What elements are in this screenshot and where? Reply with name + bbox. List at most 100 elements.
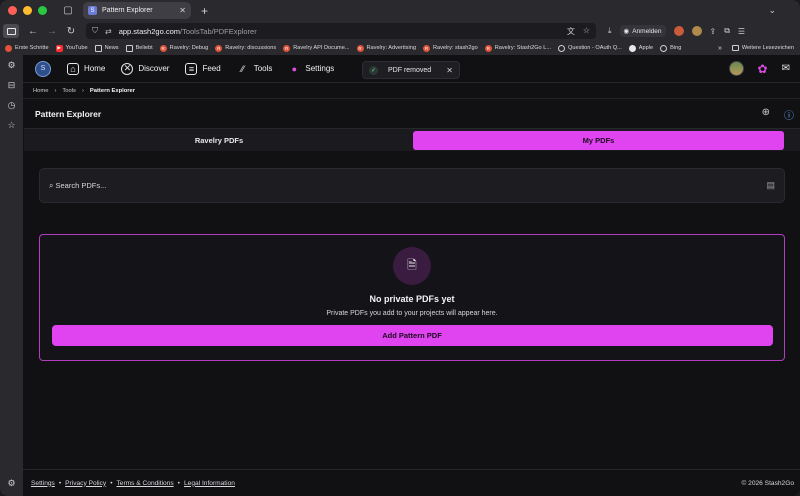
tab-overview-icon[interactable]: ▢ (61, 4, 75, 18)
bookmark-item[interactable]: R Ravelry: discussions (215, 44, 276, 52)
add-pattern-pdf-button[interactable]: Add Pattern PDF (51, 325, 773, 346)
double-chevron-icon[interactable]: » (718, 45, 722, 52)
nav-tools-label: Tools (253, 64, 273, 73)
search-input[interactable]: Search PDFs... (55, 181, 106, 190)
close-window-button[interactable] (8, 6, 17, 15)
stash2go-logo-icon[interactable]: S (35, 60, 51, 77)
header-actions: ⊕ ⓘ (762, 107, 794, 122)
bookmark-folder[interactable]: Beliebt (125, 44, 153, 52)
empty-state-description: Private PDFs you add to your projects wi… (326, 310, 498, 317)
add-circle-icon[interactable]: ⊕ (762, 107, 770, 122)
reload-icon[interactable]: ↻ (66, 26, 76, 37)
account-icon: ◉ (623, 28, 630, 35)
nav-home[interactable]: ⌂ Home (67, 62, 106, 75)
youtube-icon: ▶ (55, 44, 63, 52)
bookmark-item[interactable]: R Ravelry: stash2go (422, 44, 478, 52)
footer-settings-link[interactable]: Settings (31, 480, 55, 487)
translate-icon[interactable]: 文 (567, 26, 575, 37)
ai-chat-icon[interactable]: ⚙ (7, 60, 15, 71)
bookmark-item[interactable]: Bing (660, 44, 681, 52)
folder-icon (125, 44, 133, 52)
download-icon[interactable]: ⤓ (608, 26, 612, 36)
mail-icon[interactable]: ✉ (782, 63, 790, 74)
info-icon[interactable]: ⓘ (784, 107, 794, 122)
customize-sidebar-icon[interactable]: ⚙ (7, 478, 15, 489)
back-icon[interactable]: ← (28, 26, 38, 37)
mascot-icon[interactable]: ✿ (758, 62, 768, 76)
breadcrumb-separator-icon: › (81, 87, 84, 94)
bookmark-item[interactable]: R Ravelry API Docume... (283, 44, 350, 52)
extensions-puzzle-icon[interactable]: ⧉ (724, 26, 730, 36)
bookmarks-overflow[interactable]: » Weitere Lesezeichen (718, 45, 794, 52)
nav-discover[interactable]: ✕ Discover (121, 62, 170, 75)
home-icon: ⌂ (67, 62, 79, 75)
compass-icon: ✕ (121, 62, 134, 75)
browser-window: ▢ S Pattern Explorer ✕ + ⌄ ← → ↻ ⛉ ⇄ app… (0, 0, 800, 496)
tab-my-pdfs[interactable]: My PDFs (413, 130, 784, 150)
url-host: app.stash2go.com (118, 26, 180, 36)
toast-notification: ✓ PDF removed ✕ (362, 61, 460, 79)
history-icon[interactable]: ◷ (8, 100, 16, 111)
breadcrumb-home[interactable]: Home (33, 88, 48, 94)
close-toast-icon[interactable]: ✕ (446, 66, 453, 75)
nav-feed[interactable]: ≡ Feed (185, 62, 221, 75)
bookmark-folder[interactable]: News (94, 44, 119, 52)
footer-dot: • (177, 479, 180, 487)
signin-button[interactable]: ◉ Anmelden (619, 25, 666, 37)
bookmarks-star-icon[interactable]: ☆ (7, 120, 15, 131)
sidebar-toggle-button[interactable] (3, 24, 19, 38)
breadcrumb-tools[interactable]: Tools (62, 88, 76, 94)
bookmark-item[interactable]: R Ravelry: Advertising (356, 44, 416, 52)
nav-discover-label: Discover (138, 64, 170, 73)
app-content: S ⌂ Home ✕ Discover ≡ Feed ⁄⁄ Tools ● Se… (23, 55, 800, 496)
tab-title: Pattern Explorer (102, 7, 153, 14)
url-path: /ToolsTab/PDFExplorer (180, 26, 257, 36)
bookmark-item[interactable]: R Ravelry: Stash2Go L... (484, 44, 551, 52)
bookmark-item[interactable]: R Ravelry: Debug (159, 44, 208, 52)
needles-icon: ⁄⁄ (241, 63, 245, 74)
window-controls (8, 6, 47, 15)
toast-text: PDF removed (388, 66, 432, 74)
footer: Settings • Privacy Policy • Terms & Cond… (23, 469, 800, 496)
ravelry-icon: R (159, 44, 167, 52)
bookmark-item[interactable]: Question - OAuth Q... (558, 44, 622, 52)
extension-icon[interactable] (673, 26, 684, 36)
bookmark-item[interactable]: ▶ YouTube (55, 44, 88, 52)
tab-strip: ▢ S Pattern Explorer ✕ + ⌄ (0, 0, 800, 21)
tab-ravelry-pdfs[interactable]: Ravelry PDFs (24, 131, 414, 150)
tab-pattern-explorer[interactable]: S Pattern Explorer ✕ (83, 2, 191, 19)
firefox-icon (5, 44, 12, 52)
minimize-window-button[interactable] (23, 6, 32, 15)
bookmark-star-icon[interactable]: ☆ (583, 26, 590, 37)
nav-home-label: Home (84, 64, 106, 73)
search-box[interactable]: ⌕ Search PDFs... ▤ (39, 168, 785, 203)
extension-cookie-icon[interactable] (691, 26, 702, 36)
breadcrumb-current: Pattern Explorer (89, 87, 135, 94)
address-bar[interactable]: ⛉ ⇄ app.stash2go.com /ToolsTab/PDFExplor… (86, 23, 596, 39)
zoom-window-button[interactable] (38, 6, 47, 15)
nav-tools[interactable]: ⁄⁄ Tools (237, 63, 273, 75)
menu-icon[interactable]: ☰ (738, 27, 745, 36)
search-icon: ⌕ (49, 180, 54, 190)
bookmark-item[interactable]: Erste Schritte (5, 44, 49, 52)
close-tab-icon[interactable]: ✕ (179, 6, 186, 15)
folder-icon (94, 44, 102, 52)
footer-legal-link[interactable]: Legal Information (184, 480, 235, 487)
chevron-down-icon[interactable]: ⌄ (768, 5, 776, 16)
forward-icon[interactable]: → (47, 26, 57, 37)
filter-list-icon[interactable]: ▤ (766, 180, 775, 191)
apple-icon (628, 44, 636, 52)
nav-feed-label: Feed (202, 64, 221, 73)
synced-tabs-icon[interactable]: ⊟ (8, 80, 16, 91)
shield-icon: ⛉ (92, 26, 98, 35)
new-tab-icon[interactable]: + (201, 4, 208, 18)
permissions-icon: ⇄ (105, 26, 112, 36)
footer-privacy-link[interactable]: Privacy Policy (65, 480, 106, 487)
footer-terms-link[interactable]: Terms & Conditions (117, 480, 174, 487)
share-icon[interactable]: ⇪ (710, 27, 717, 36)
settings-icon: ● (291, 63, 298, 74)
nav-settings[interactable]: ● Settings (288, 63, 335, 75)
avatar[interactable] (728, 61, 744, 76)
browser-sidebar: ⚙ ⊟ ◷ ☆ ⚙ (0, 55, 23, 496)
bookmark-item[interactable]: Apple (628, 44, 653, 52)
